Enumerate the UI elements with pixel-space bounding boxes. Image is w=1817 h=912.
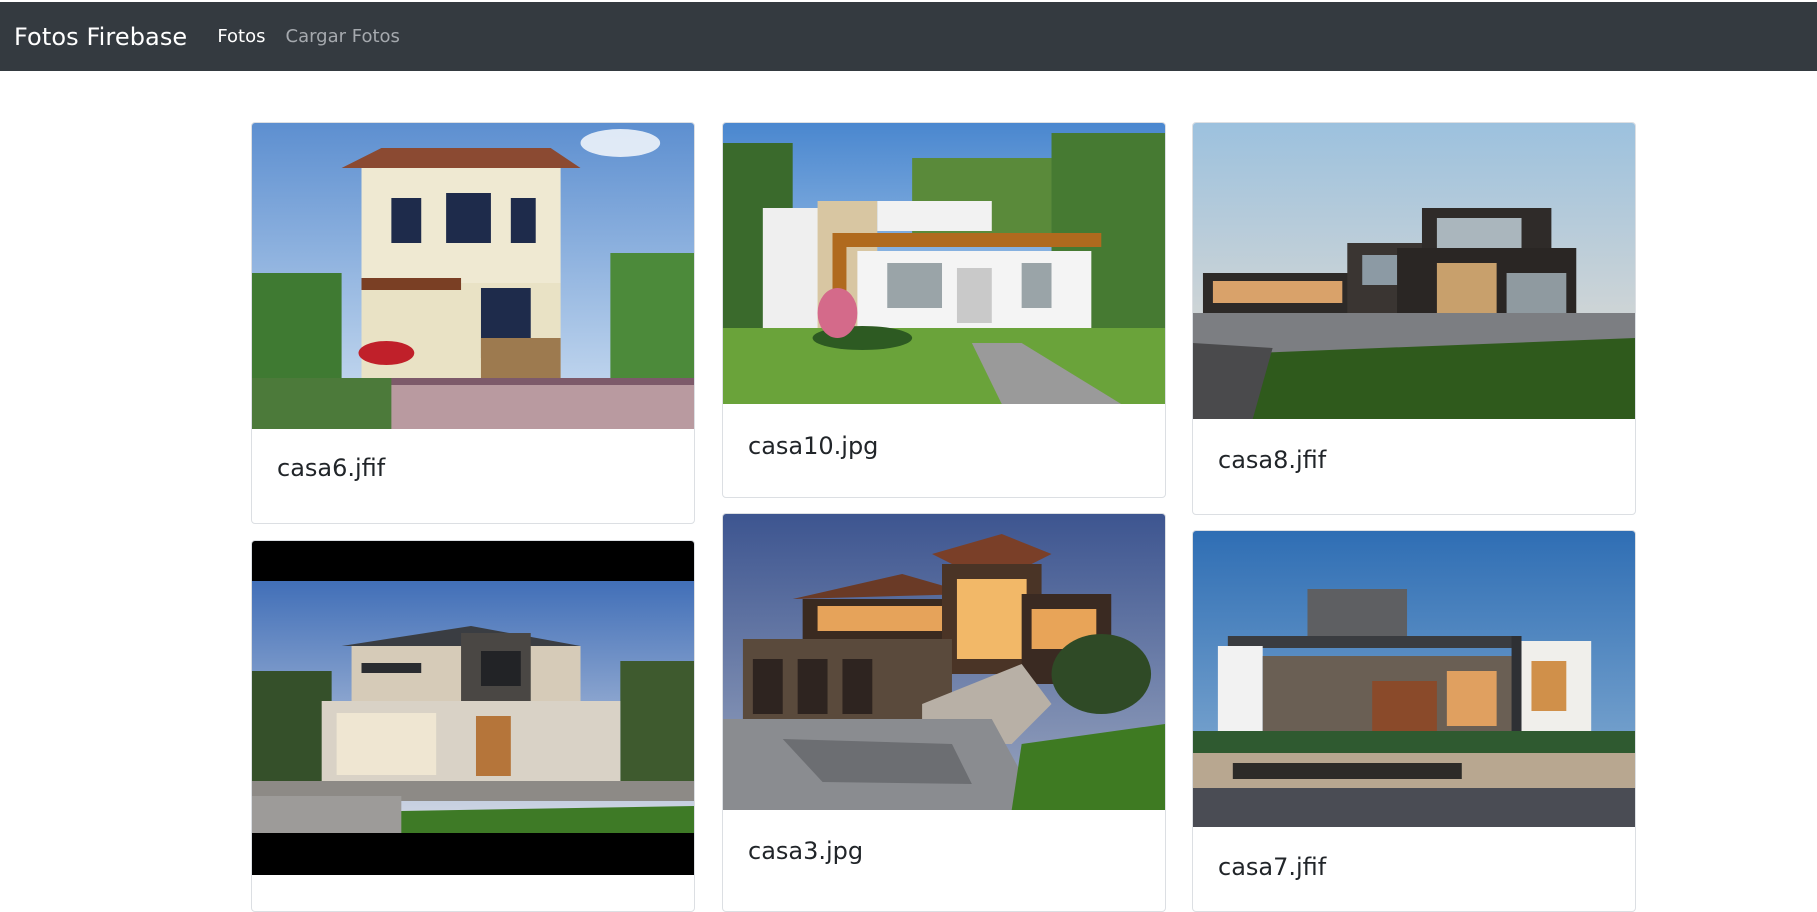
card-title: casa10.jpg [748,432,879,460]
photo-card-5: casa3.jpg [722,513,1166,912]
two-story-suburban-house-photo [252,541,694,875]
hillside-house-at-dusk-photo [723,514,1165,810]
photo-card-6: casa7.jfif [1192,530,1636,912]
navbar-brand[interactable]: Fotos Firebase [14,23,187,51]
nav-link-fotos[interactable]: Fotos [217,26,265,47]
top-navbar: Fotos Firebase Fotos Cargar Fotos [0,2,1817,71]
photo-card-1: casa6.jfif [251,122,695,524]
modern-house-with-carport-photo [1193,531,1635,827]
dark-modern-box-house-photo [1193,123,1635,419]
photo-card-2: casa10.jpg [722,122,1166,498]
nav-link-cargar-fotos[interactable]: Cargar Fotos [286,26,400,47]
photo-card-4 [251,540,695,912]
card-title: casa3.jpg [748,837,864,865]
two-story-villa-with-balcony-photo [252,123,694,429]
photo-card-3: casa8.jfif [1192,122,1636,515]
card-title: casa7.jfif [1218,853,1327,881]
modern-single-story-house-photo [723,123,1165,404]
card-title: casa8.jfif [1218,446,1327,474]
card-title: casa6.jfif [277,454,386,482]
